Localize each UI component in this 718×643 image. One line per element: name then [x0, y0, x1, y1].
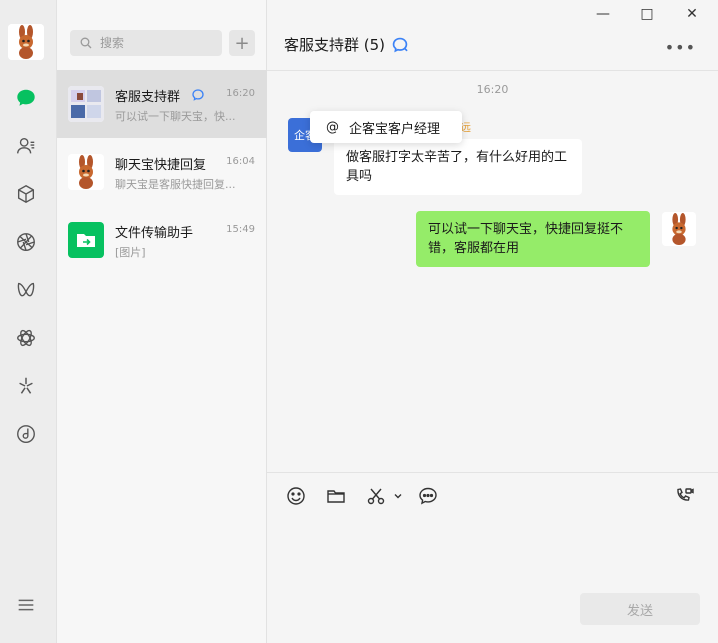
conversation-item[interactable]: 聊天宝快捷回复 16:04 聊天宝是客服快捷回复...	[57, 138, 267, 206]
message-input[interactable]	[267, 512, 718, 584]
conversation-time: 16:20	[226, 88, 255, 99]
message-bubble[interactable]: 做客服打字太辛苦了，有什么好用的工具吗	[334, 139, 582, 195]
moments-icon[interactable]	[12, 228, 40, 256]
chat-pane: — □ ✕ 客服支持群 (5) ••• 16:20 企客 远 做客服打字太辛苦了…	[267, 0, 718, 643]
music-icon[interactable]	[12, 420, 40, 448]
send-button[interactable]: 发送	[580, 593, 700, 625]
search-box[interactable]	[70, 30, 222, 56]
search-input[interactable]	[100, 36, 210, 50]
conversation-name: 聊天宝快捷回复	[115, 158, 207, 173]
conversation-time: 15:49	[226, 224, 255, 235]
menu-icon[interactable]	[12, 591, 40, 619]
close-button[interactable]: ✕	[681, 6, 703, 22]
group-chat-badge-icon	[192, 89, 204, 101]
emoji-icon[interactable]	[284, 484, 308, 508]
channels-icon[interactable]	[12, 276, 40, 304]
group-avatar	[68, 86, 104, 122]
video-call-icon[interactable]	[672, 484, 696, 508]
conversation-name: 文件传输助手	[115, 226, 194, 241]
chat-title: 客服支持群 (5)	[284, 36, 386, 54]
favorites-icon[interactable]	[12, 180, 40, 208]
message-bubble[interactable]: 可以试一下聊天宝，快捷回复挺不错，客服都在用	[416, 211, 650, 267]
minimize-button[interactable]: —	[592, 6, 614, 22]
chevron-down-icon[interactable]	[391, 484, 405, 508]
bot-avatar	[68, 154, 104, 190]
search-icon	[80, 37, 92, 49]
conversation-list-pane: + 客服支持群 16:20 可以试一下聊天宝，快...	[57, 0, 267, 643]
chat-history-icon[interactable]	[416, 484, 440, 508]
more-options-icon[interactable]: •••	[665, 38, 696, 57]
screenshot-icon[interactable]	[364, 484, 388, 508]
conversation-preview: [图片]	[115, 246, 146, 259]
chat-icon[interactable]	[12, 84, 40, 112]
contacts-icon[interactable]	[12, 132, 40, 160]
conversation-name: 客服支持群	[115, 90, 181, 105]
file-transfer-avatar	[68, 222, 104, 258]
self-avatar[interactable]	[662, 212, 696, 246]
mention-popup[interactable]: @ 企客宝客户经理	[310, 111, 462, 143]
message-timestamp: 16:20	[476, 83, 509, 96]
group-chat-badge-icon	[392, 37, 408, 52]
conversation-item[interactable]: 客服支持群 16:20 可以试一下聊天宝，快...	[57, 70, 267, 138]
maximize-button[interactable]: □	[636, 6, 658, 22]
mention-option: 企客宝客户经理	[349, 121, 441, 137]
at-icon: @	[326, 119, 339, 135]
add-button[interactable]: +	[229, 30, 255, 56]
nav-rail	[0, 0, 57, 643]
conversation-time: 16:04	[226, 156, 255, 167]
chat-header: 客服支持群 (5)	[284, 34, 409, 55]
user-avatar[interactable]	[8, 24, 44, 60]
header-divider	[267, 70, 718, 71]
folder-icon[interactable]	[324, 484, 348, 508]
input-divider	[267, 472, 718, 473]
mini-programs-icon[interactable]	[12, 324, 40, 352]
conversation-item[interactable]: 文件传输助手 15:49 [图片]	[57, 206, 267, 274]
discover-icon[interactable]	[12, 372, 40, 400]
conversation-preview: 可以试一下聊天宝，快...	[115, 110, 236, 123]
conversation-preview: 聊天宝是客服快捷回复...	[115, 178, 236, 191]
